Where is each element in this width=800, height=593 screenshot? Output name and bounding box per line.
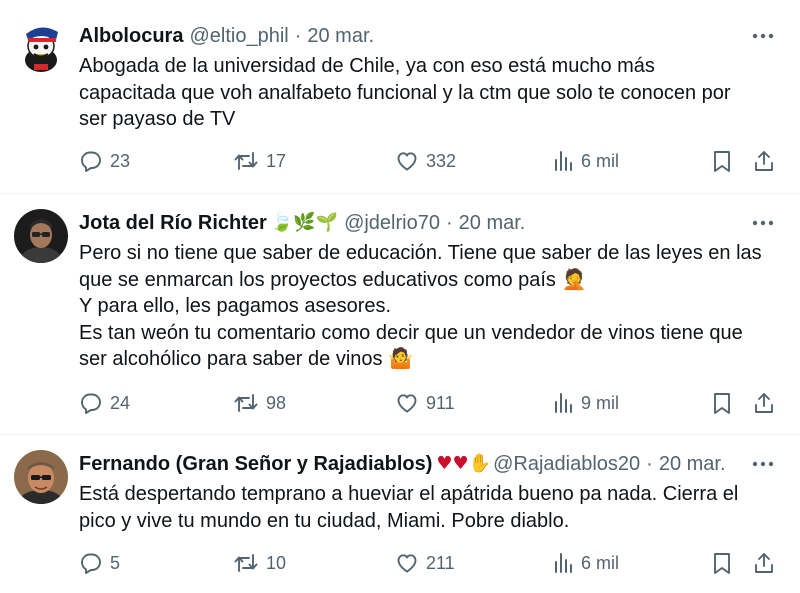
share-button[interactable] xyxy=(753,548,775,578)
tweet[interactable]: Albolocura @eltio_phil · 20 mar. Abogada… xyxy=(0,0,800,193)
reply-icon xyxy=(81,393,101,414)
reply-icon xyxy=(81,151,101,172)
bookmark-icon xyxy=(714,393,730,414)
timestamp[interactable]: 20 mar. xyxy=(307,24,374,48)
bookmark-button[interactable] xyxy=(711,548,733,578)
like-button[interactable]: 332 xyxy=(395,146,456,176)
avatar[interactable] xyxy=(14,450,68,504)
bookmark-button[interactable] xyxy=(711,388,733,418)
tweet-text-line: pico y vive tu mundo en tu ciudad, Miami… xyxy=(79,509,570,532)
views-count: 6 mil xyxy=(581,150,620,171)
more-icon xyxy=(752,461,774,467)
reply-button[interactable]: 5 xyxy=(79,548,120,578)
reply-count: 24 xyxy=(110,392,131,413)
views-button[interactable]: 6 mil xyxy=(553,548,619,578)
views-icon xyxy=(555,393,572,413)
user-handle[interactable]: @Rajadiablos20 xyxy=(493,452,640,476)
avatar-image xyxy=(14,450,68,504)
tweet-text-line: capacitada que voh analfabeto funcional … xyxy=(79,81,731,104)
more-icon xyxy=(752,33,774,39)
views-button[interactable]: 6 mil xyxy=(553,146,619,176)
retweet-count: 10 xyxy=(266,552,287,573)
share-icon xyxy=(755,553,773,573)
tweet-text-line: ser alcohólico para saber de vinos 🤷 xyxy=(79,348,413,370)
avatar[interactable] xyxy=(14,209,68,263)
tweet-text: Está despertando temprano a hueviar el a… xyxy=(79,481,779,534)
timestamp[interactable]: 20 mar. xyxy=(659,452,726,476)
views-count: 9 mil xyxy=(581,392,620,413)
reply-icon xyxy=(81,553,101,574)
bookmark-icon xyxy=(714,151,730,172)
like-count: 332 xyxy=(426,150,457,171)
views-icon xyxy=(555,151,572,171)
tweet-text: Pero si no tiene que saber de educación.… xyxy=(79,240,779,373)
views-icon xyxy=(555,553,572,573)
reply-count: 23 xyxy=(110,150,131,171)
tweet-actions: 23 17 332 6 mil xyxy=(79,146,779,176)
avatar-image xyxy=(14,209,68,263)
display-name[interactable]: Jota del Río Richter xyxy=(79,211,267,235)
retweet-count: 98 xyxy=(266,392,287,413)
user-handle[interactable]: @eltio_phil xyxy=(189,24,288,48)
tweet-text-line: Es tan weón tu comentario como decir que… xyxy=(79,321,743,344)
like-icon xyxy=(397,554,417,573)
more-options-button[interactable] xyxy=(746,211,780,235)
tweet-text-line: Pero si no tiene que saber de educación.… xyxy=(79,242,762,264)
like-count: 911 xyxy=(426,392,455,413)
tweet-header: Albolocura @eltio_phil · 20 mar. xyxy=(79,24,374,48)
more-icon xyxy=(752,220,774,226)
like-count: 211 xyxy=(426,552,455,573)
retweet-button[interactable]: 98 xyxy=(233,388,286,418)
retweet-button[interactable]: 17 xyxy=(233,146,286,176)
tweet-actions: 24 98 911 9 mil xyxy=(79,388,779,418)
retweet-count: 17 xyxy=(266,150,287,171)
separator-dot: · xyxy=(445,212,453,234)
display-name[interactable]: Albolocura xyxy=(79,24,183,48)
share-button[interactable] xyxy=(753,388,775,418)
bookmark-icon xyxy=(714,553,730,574)
separator-dot: · xyxy=(646,453,653,475)
display-name[interactable]: Fernando (Gran Señor y Rajadiablos) xyxy=(79,452,432,476)
like-icon xyxy=(397,394,417,413)
avatar-image xyxy=(14,20,68,74)
tweet-text: Abogada de la universidad de Chile, ya c… xyxy=(79,53,779,133)
tweet-actions: 5 10 211 6 mil xyxy=(79,548,779,578)
tweet[interactable]: Fernando (Gran Señor y Rajadiablos) ♥♥✋ … xyxy=(0,435,800,593)
reply-button[interactable]: 23 xyxy=(79,146,130,176)
tweet-header: Fernando (Gran Señor y Rajadiablos) ♥♥✋ … xyxy=(79,452,726,476)
more-options-button[interactable] xyxy=(746,24,780,48)
bookmark-button[interactable] xyxy=(711,146,733,176)
share-icon xyxy=(755,393,773,413)
retweet-icon xyxy=(234,152,258,170)
user-handle[interactable]: @jdelrio70 xyxy=(344,211,440,235)
more-options-button[interactable] xyxy=(746,452,780,476)
retweet-icon xyxy=(234,394,258,412)
reply-count: 5 xyxy=(110,552,121,573)
retweet-icon xyxy=(234,554,258,572)
tweet-text-line: que se enmarcan los proyectos educativos… xyxy=(79,268,587,291)
avatar[interactable] xyxy=(14,20,68,74)
retweet-button[interactable]: 10 xyxy=(233,548,286,578)
name-emoji: ♥♥✋ xyxy=(436,453,492,474)
tweet-header: Jota del Río Richter 🍃🌿🌱 @jdelrio70 · 20… xyxy=(79,211,525,235)
timestamp[interactable]: 20 mar. xyxy=(459,211,526,235)
separator-dot: · xyxy=(294,25,302,47)
views-button[interactable]: 9 mil xyxy=(553,388,619,418)
reply-button[interactable]: 24 xyxy=(79,388,130,418)
like-icon xyxy=(397,152,417,171)
like-button[interactable]: 211 xyxy=(395,548,455,578)
tweet[interactable]: Jota del Río Richter 🍃🌿🌱 @jdelrio70 · 20… xyxy=(0,194,800,434)
views-count: 6 mil xyxy=(581,552,620,573)
share-button[interactable] xyxy=(753,146,775,176)
tweet-text-line: Está despertando temprano a hueviar el a… xyxy=(79,483,739,505)
name-emoji: 🍃🌿🌱 xyxy=(270,212,339,233)
like-button[interactable]: 911 xyxy=(395,388,455,418)
tweet-text-line: Abogada de la universidad de Chile, ya c… xyxy=(79,55,655,77)
share-icon xyxy=(755,151,773,171)
tweet-text-line: Y para ello, les pagamos asesores. xyxy=(79,295,392,317)
tweet-text-line: ser payaso de TV xyxy=(79,108,236,130)
